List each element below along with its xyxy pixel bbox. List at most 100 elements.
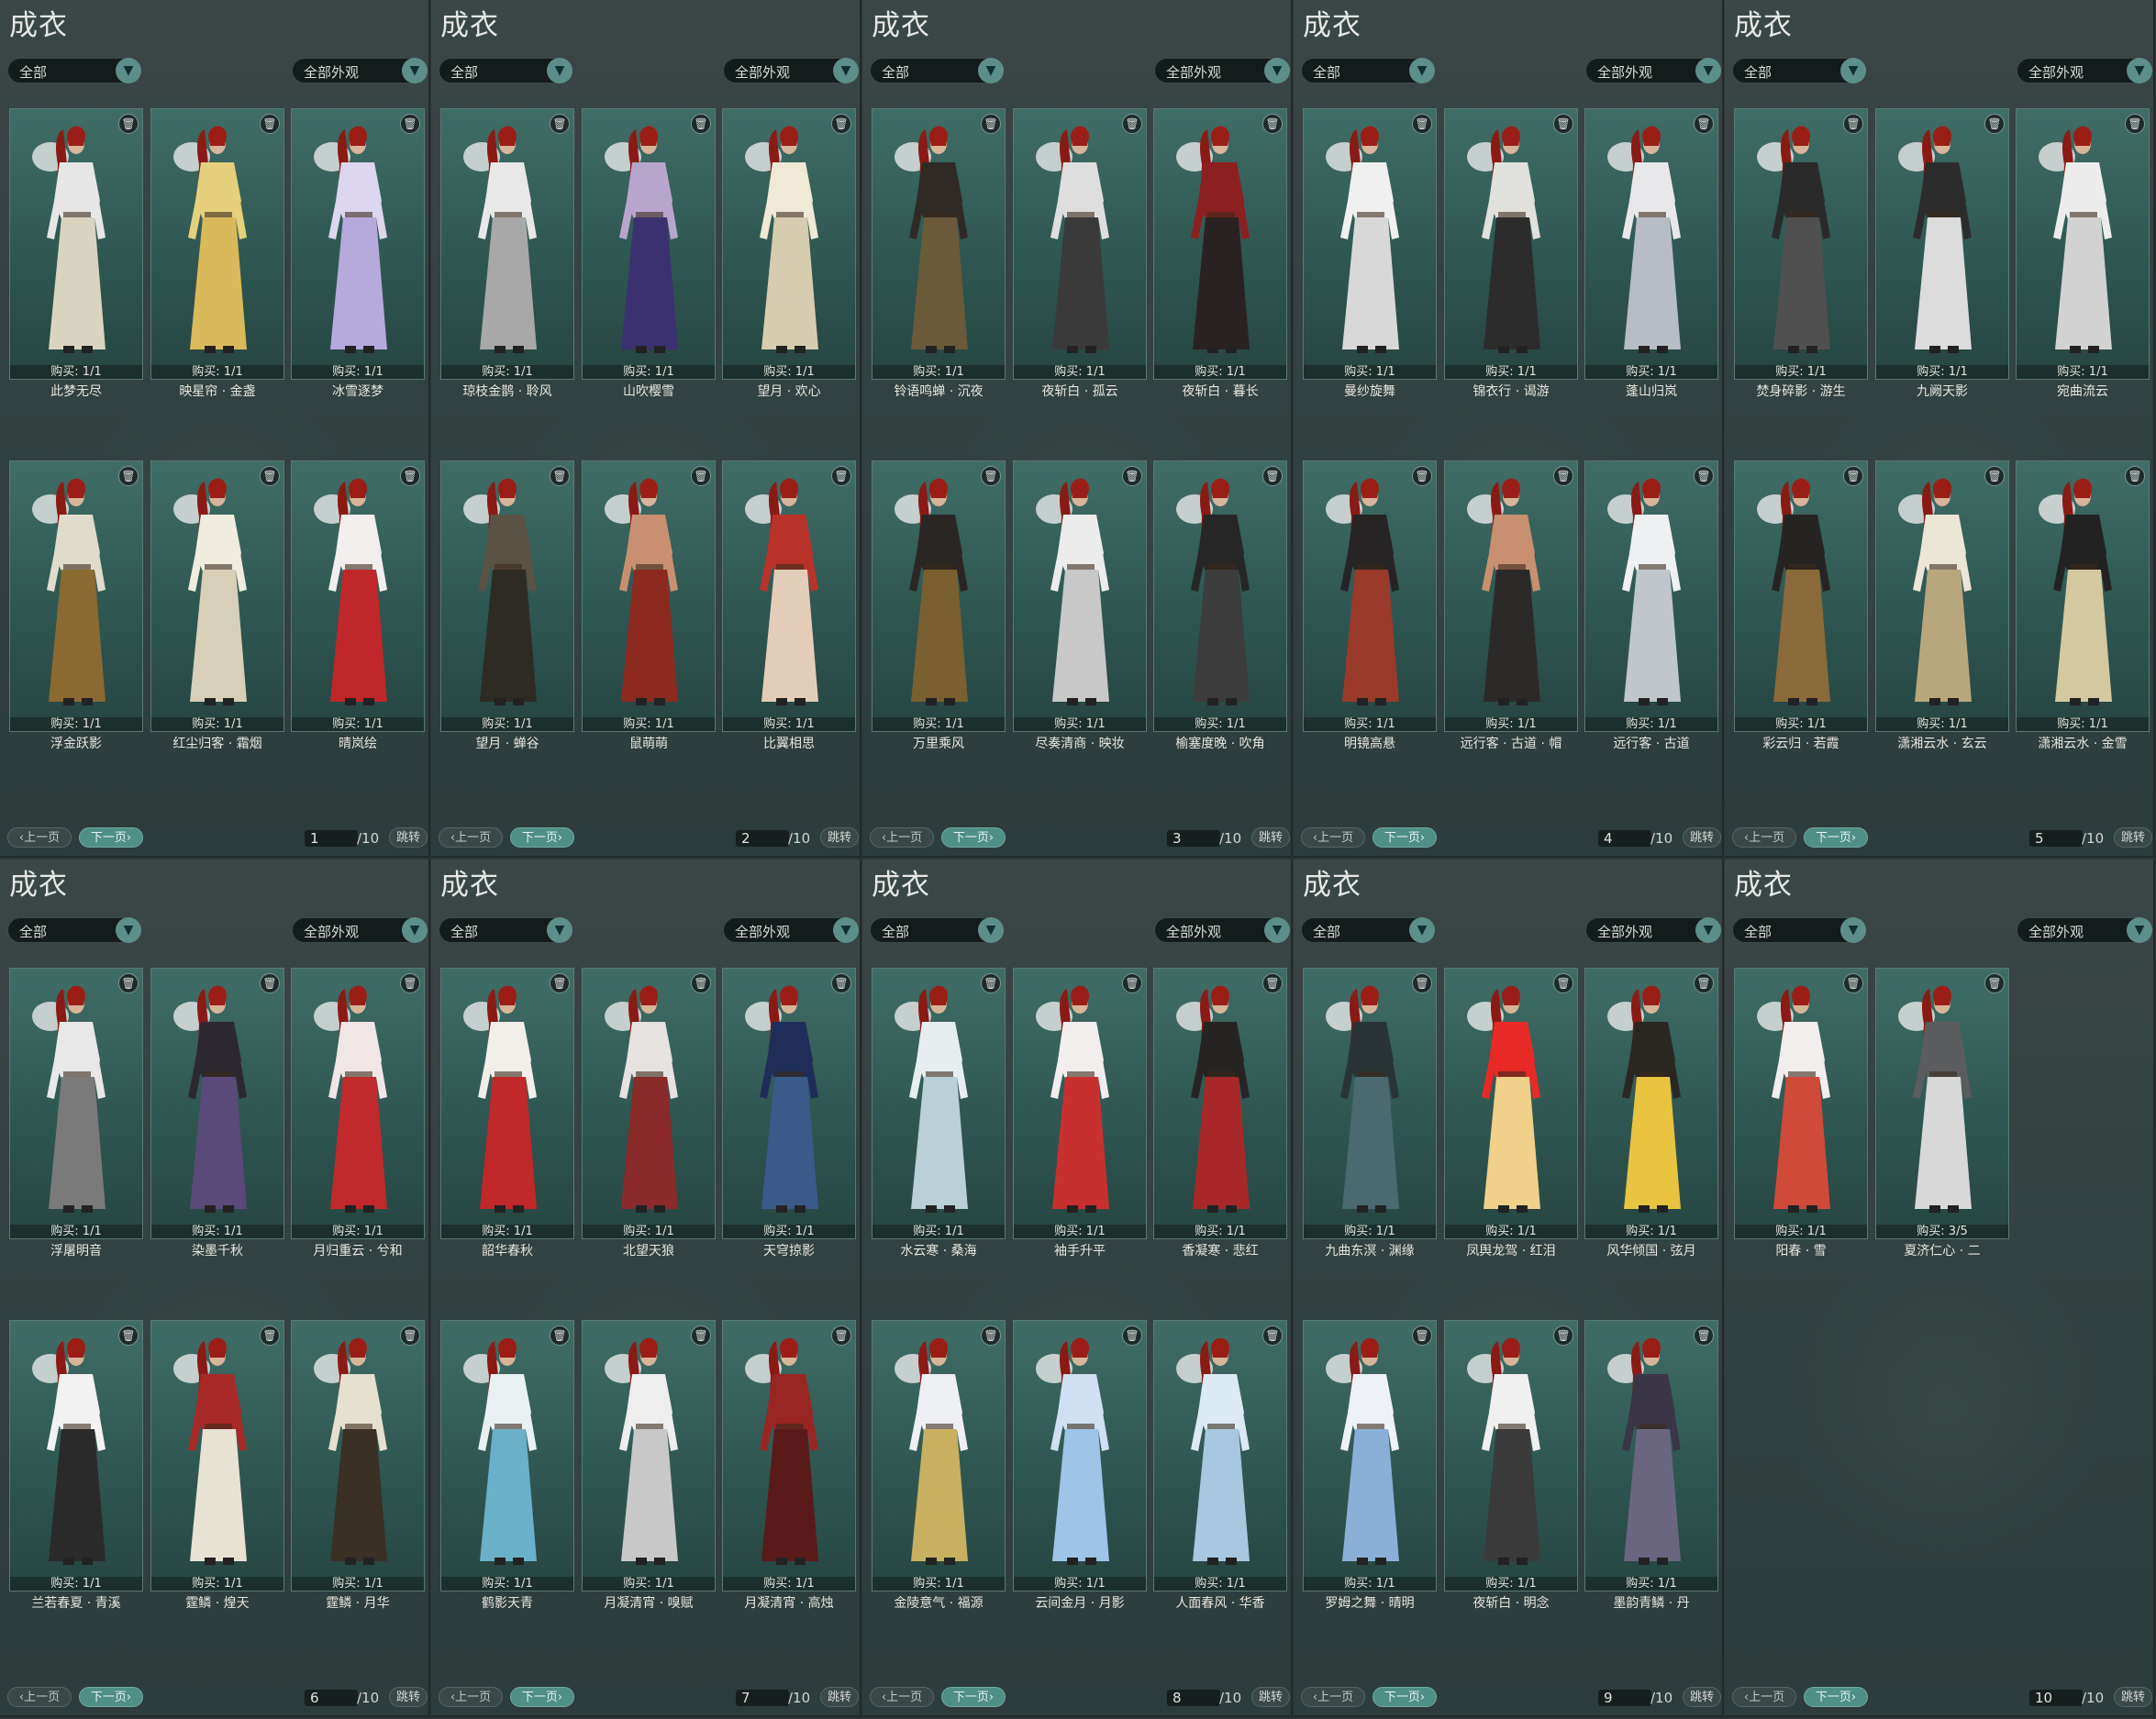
outfit-card[interactable]: 🗑 购买: 1/1 bbox=[440, 968, 574, 1239]
chevron-down-icon[interactable]: ▼ bbox=[1695, 58, 1721, 83]
jump-button[interactable]: 跳转 bbox=[389, 827, 428, 848]
next-page-button[interactable]: 下一页› bbox=[1804, 1687, 1868, 1707]
jump-button[interactable]: 跳转 bbox=[820, 827, 859, 848]
trash-icon[interactable]: 🗑 bbox=[1843, 114, 1863, 134]
trash-icon[interactable]: 🗑 bbox=[1694, 114, 1714, 134]
outfit-card[interactable]: 🗑 购买: 1/1 bbox=[1013, 108, 1147, 380]
chevron-down-icon[interactable]: ▼ bbox=[547, 917, 572, 943]
trash-icon[interactable]: 🗑 bbox=[1412, 466, 1432, 486]
category-select[interactable]: 全部 ▼ bbox=[1732, 917, 1866, 943]
trash-icon[interactable]: 🗑 bbox=[1694, 1325, 1714, 1346]
chevron-down-icon[interactable]: ▼ bbox=[1840, 917, 1866, 943]
trash-icon[interactable]: 🗑 bbox=[260, 466, 280, 486]
outfit-card[interactable]: 🗑 购买: 1/1 bbox=[722, 460, 856, 732]
trash-icon[interactable]: 🗑 bbox=[400, 1325, 420, 1346]
chevron-down-icon[interactable]: ▼ bbox=[116, 58, 141, 83]
trash-icon[interactable]: 🗑 bbox=[1122, 1325, 1142, 1346]
outfit-card[interactable]: 🗑 购买: 1/1 bbox=[1734, 968, 1868, 1239]
jump-button[interactable]: 跳转 bbox=[1683, 827, 1721, 848]
chevron-down-icon[interactable]: ▼ bbox=[402, 917, 428, 943]
outfit-card[interactable]: 🗑 购买: 1/1 bbox=[722, 1320, 856, 1591]
next-page-button[interactable]: 下一页› bbox=[941, 827, 1006, 848]
outfit-card[interactable]: 🗑 购买: 1/1 bbox=[1153, 1320, 1287, 1591]
outfit-card[interactable]: 🗑 购买: 1/1 bbox=[2016, 460, 2150, 732]
outfit-card[interactable]: 🗑 购买: 1/1 bbox=[440, 460, 574, 732]
outfit-card[interactable]: 🗑 购买: 1/1 bbox=[1303, 968, 1437, 1239]
prev-page-button[interactable]: ‹上一页 bbox=[870, 827, 934, 848]
trash-icon[interactable]: 🗑 bbox=[1553, 973, 1573, 993]
trash-icon[interactable]: 🗑 bbox=[831, 466, 851, 486]
outfit-card[interactable]: 🗑 购买: 1/1 bbox=[722, 968, 856, 1239]
outfit-card[interactable]: 🗑 购买: 1/1 bbox=[582, 1320, 716, 1591]
outfit-card[interactable]: 🗑 购买: 1/1 bbox=[9, 968, 143, 1239]
trash-icon[interactable]: 🗑 bbox=[2125, 114, 2145, 134]
outfit-card[interactable]: 🗑 购买: 1/1 bbox=[291, 460, 425, 732]
page-number-input[interactable]: 7 bbox=[736, 1690, 789, 1706]
page-number-input[interactable]: 6 bbox=[305, 1690, 358, 1706]
appearance-select[interactable]: 全部外观 ▼ bbox=[2017, 58, 2152, 83]
jump-button[interactable]: 跳转 bbox=[2114, 1687, 2152, 1707]
page-number-input[interactable]: 2 bbox=[736, 830, 789, 847]
jump-button[interactable]: 跳转 bbox=[1251, 827, 1290, 848]
outfit-card[interactable]: 🗑 购买: 1/1 bbox=[1584, 460, 1718, 732]
trash-icon[interactable]: 🗑 bbox=[831, 1325, 851, 1346]
outfit-card[interactable]: 🗑 购买: 1/1 bbox=[1444, 108, 1578, 380]
trash-icon[interactable]: 🗑 bbox=[550, 114, 570, 134]
outfit-card[interactable]: 🗑 购买: 1/1 bbox=[1584, 968, 1718, 1239]
outfit-card[interactable]: 🗑 购买: 1/1 bbox=[1734, 460, 1868, 732]
trash-icon[interactable]: 🗑 bbox=[1412, 114, 1432, 134]
trash-icon[interactable]: 🗑 bbox=[1694, 466, 1714, 486]
next-page-button[interactable]: 下一页› bbox=[79, 827, 143, 848]
trash-icon[interactable]: 🗑 bbox=[1122, 466, 1142, 486]
trash-icon[interactable]: 🗑 bbox=[2125, 466, 2145, 486]
category-select[interactable]: 全部 ▼ bbox=[1301, 58, 1435, 83]
outfit-card[interactable]: 🗑 购买: 1/1 bbox=[1013, 968, 1147, 1239]
trash-icon[interactable]: 🗑 bbox=[1122, 973, 1142, 993]
trash-icon[interactable]: 🗑 bbox=[1553, 466, 1573, 486]
chevron-down-icon[interactable]: ▼ bbox=[547, 58, 572, 83]
outfit-card[interactable]: 🗑 购买: 1/1 bbox=[1584, 108, 1718, 380]
prev-page-button[interactable]: ‹上一页 bbox=[7, 827, 72, 848]
trash-icon[interactable]: 🗑 bbox=[118, 1325, 139, 1346]
outfit-card[interactable]: 🗑 购买: 1/1 bbox=[150, 968, 284, 1239]
page-number-input[interactable]: 10 bbox=[2029, 1690, 2083, 1706]
page-number-input[interactable]: 9 bbox=[1598, 1690, 1651, 1706]
trash-icon[interactable]: 🗑 bbox=[260, 1325, 280, 1346]
outfit-card[interactable]: 🗑 购买: 1/1 bbox=[1734, 108, 1868, 380]
next-page-button[interactable]: 下一页› bbox=[79, 1687, 143, 1707]
outfit-card[interactable]: 🗑 购买: 1/1 bbox=[2016, 108, 2150, 380]
trash-icon[interactable]: 🗑 bbox=[1122, 114, 1142, 134]
outfit-card[interactable]: 🗑 购买: 1/1 bbox=[1013, 1320, 1147, 1591]
jump-button[interactable]: 跳转 bbox=[389, 1687, 428, 1707]
prev-page-button[interactable]: ‹上一页 bbox=[1732, 827, 1796, 848]
outfit-card[interactable]: 🗑 购买: 1/1 bbox=[1153, 108, 1287, 380]
page-number-input[interactable]: 3 bbox=[1167, 830, 1220, 847]
trash-icon[interactable]: 🗑 bbox=[691, 114, 711, 134]
outfit-card[interactable]: 🗑 购买: 1/1 bbox=[150, 460, 284, 732]
chevron-down-icon[interactable]: ▼ bbox=[402, 58, 428, 83]
trash-icon[interactable]: 🗑 bbox=[1843, 466, 1863, 486]
chevron-down-icon[interactable]: ▼ bbox=[1695, 917, 1721, 943]
trash-icon[interactable]: 🗑 bbox=[550, 1325, 570, 1346]
outfit-card[interactable]: 🗑 购买: 1/1 bbox=[291, 1320, 425, 1591]
outfit-card[interactable]: 🗑 购买: 1/1 bbox=[582, 108, 716, 380]
trash-icon[interactable]: 🗑 bbox=[260, 114, 280, 134]
trash-icon[interactable]: 🗑 bbox=[981, 1325, 1001, 1346]
trash-icon[interactable]: 🗑 bbox=[831, 973, 851, 993]
trash-icon[interactable]: 🗑 bbox=[1412, 1325, 1432, 1346]
chevron-down-icon[interactable]: ▼ bbox=[978, 58, 1004, 83]
next-page-button[interactable]: 下一页› bbox=[1804, 827, 1868, 848]
trash-icon[interactable]: 🗑 bbox=[1984, 973, 2005, 993]
page-number-input[interactable]: 1 bbox=[305, 830, 358, 847]
trash-icon[interactable]: 🗑 bbox=[1553, 1325, 1573, 1346]
next-page-button[interactable]: 下一页› bbox=[510, 827, 574, 848]
appearance-select[interactable]: 全部外观 ▼ bbox=[1585, 58, 1721, 83]
trash-icon[interactable]: 🗑 bbox=[1843, 973, 1863, 993]
prev-page-button[interactable]: ‹上一页 bbox=[7, 1687, 72, 1707]
trash-icon[interactable]: 🗑 bbox=[550, 973, 570, 993]
trash-icon[interactable]: 🗑 bbox=[118, 114, 139, 134]
chevron-down-icon[interactable]: ▼ bbox=[1409, 58, 1435, 83]
category-select[interactable]: 全部 ▼ bbox=[870, 917, 1004, 943]
chevron-down-icon[interactable]: ▼ bbox=[1264, 58, 1290, 83]
appearance-select[interactable]: 全部外观 ▼ bbox=[1154, 58, 1290, 83]
